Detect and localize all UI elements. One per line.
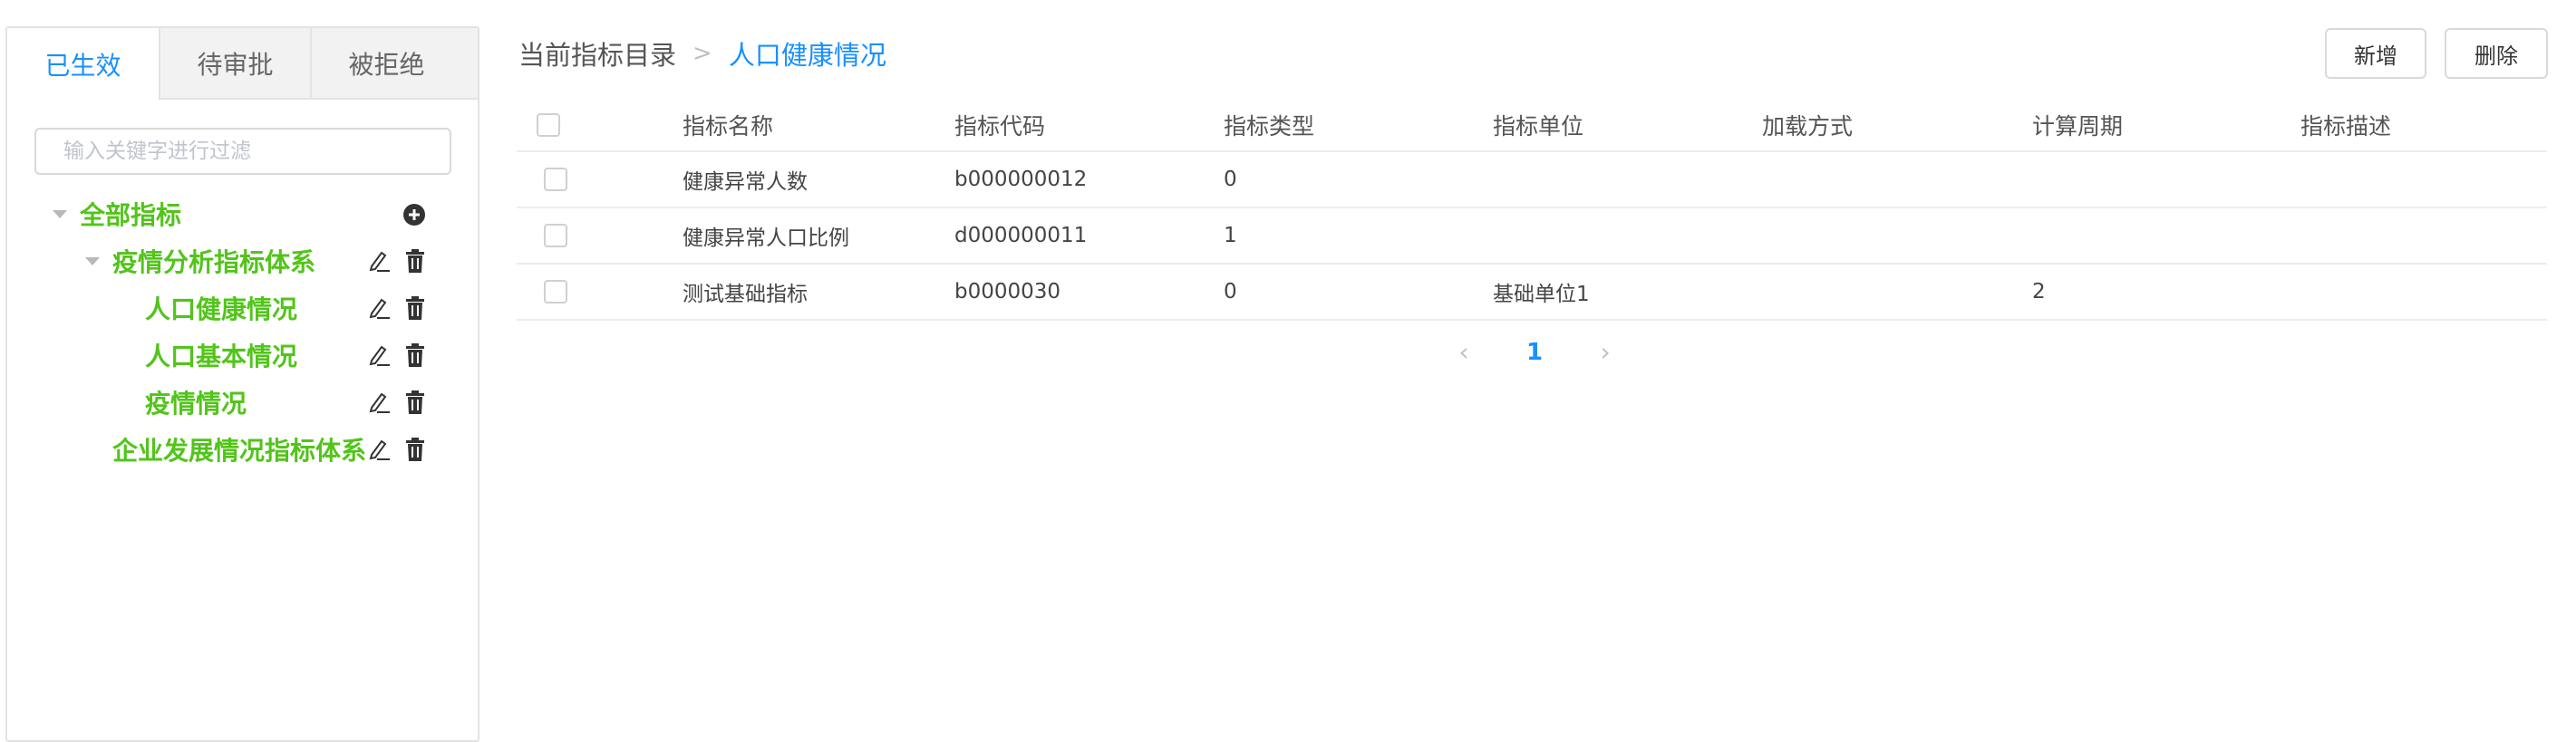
tree-node-enterprise-system[interactable]: 企业发展情况指标体系 — [112, 431, 366, 467]
header-checkbox-cell — [517, 100, 589, 150]
tree-node-epidemic-system[interactable]: 疫情分析指标体系 — [85, 243, 315, 279]
edit-icon[interactable] — [366, 248, 392, 277]
cell-code: b000000012 — [954, 168, 1088, 191]
tree-node-actions — [402, 203, 426, 230]
cell-name: 健康异常人口比例 — [683, 226, 849, 250]
row-checkbox[interactable] — [544, 168, 567, 191]
tree-node-label: 疫情分析指标体系 — [112, 247, 316, 277]
indicator-tree-panel: 已生效 待审批 被拒绝 全部指标 疫情分析指标体系 — [5, 26, 479, 742]
tree-node-label: 人口基本情况 — [145, 342, 298, 371]
tree-node-label: 疫情情况 — [145, 389, 247, 419]
delete-icon[interactable] — [404, 296, 426, 323]
column-header: 指标名称 — [683, 113, 774, 140]
tree-node-label: 人口健康情况 — [145, 294, 298, 324]
column-header: 加载方式 — [1762, 113, 1854, 140]
row-checkbox[interactable] — [544, 280, 567, 304]
page-number[interactable]: 1 — [1526, 339, 1543, 366]
tree-node-actions — [366, 295, 426, 324]
pagination: ‹ 1 › — [1450, 337, 1619, 367]
row-checkbox-cell — [517, 152, 589, 207]
edit-icon[interactable] — [366, 437, 392, 466]
add-button[interactable]: 新增 — [2325, 28, 2426, 79]
tree-node-population-basic[interactable]: 人口基本情况 — [145, 337, 297, 373]
edit-icon[interactable] — [366, 390, 392, 419]
chevron-right-icon[interactable]: › — [1592, 337, 1619, 367]
cell-type: 0 — [1224, 168, 1237, 191]
tree-node-actions — [366, 390, 426, 419]
delete-icon[interactable] — [404, 343, 426, 371]
cell-code: b0000030 — [954, 280, 1061, 304]
tab-effective[interactable]: 已生效 — [7, 28, 159, 100]
breadcrumb-separator: > — [692, 40, 712, 67]
delete-icon[interactable] — [404, 438, 426, 465]
delete-button[interactable]: 删除 — [2445, 28, 2548, 79]
cell-type: 1 — [1224, 224, 1237, 247]
status-tabs: 已生效 待审批 被拒绝 — [7, 28, 478, 100]
tree-node-all[interactable]: 全部指标 — [53, 196, 181, 232]
cell-unit: 基础单位1 — [1493, 283, 1590, 306]
row-checkbox-cell — [517, 265, 589, 319]
tab-pending[interactable]: 待审批 — [159, 28, 310, 100]
column-header: 指标描述 — [2300, 113, 2392, 140]
column-header: 计算周期 — [2032, 113, 2124, 140]
tree-node-label: 企业发展情况指标体系 — [112, 436, 367, 466]
plus-circle-icon[interactable] — [402, 203, 426, 230]
tabs-filler — [461, 28, 478, 100]
column-header: 指标代码 — [954, 113, 1046, 140]
tree-node-actions — [366, 437, 426, 466]
indicator-table: 指标名称 指标代码 指标类型 指标单位 加载方式 计算周期 指标描述 健康异常人… — [517, 100, 2547, 321]
caret-down-icon[interactable] — [53, 209, 67, 218]
cell-name: 健康异常人数 — [683, 170, 808, 194]
tree-filter-input[interactable] — [34, 128, 451, 175]
chevron-left-icon[interactable]: ‹ — [1450, 337, 1477, 367]
cell-name: 测试基础指标 — [683, 283, 808, 306]
tree-node-epidemic-status[interactable]: 疫情情况 — [145, 384, 247, 420]
edit-icon[interactable] — [366, 295, 392, 324]
tree-node-population-health[interactable]: 人口健康情况 — [145, 290, 297, 326]
edit-icon[interactable] — [366, 342, 392, 371]
row-checkbox[interactable] — [544, 224, 567, 247]
tree-node-actions — [366, 248, 426, 277]
cell-period: 2 — [2032, 280, 2046, 304]
table-header-row: 指标名称 指标代码 指标类型 指标单位 加载方式 计算周期 指标描述 — [517, 100, 2547, 152]
table-row[interactable]: 测试基础指标 b0000030 0 基础单位1 2 — [517, 265, 2547, 321]
delete-icon[interactable] — [404, 249, 426, 276]
breadcrumb: 当前指标目录 > 人口健康情况 — [518, 34, 886, 72]
breadcrumb-root[interactable]: 当前指标目录 — [518, 34, 676, 72]
table-row[interactable]: 健康异常人口比例 d000000011 1 — [517, 208, 2547, 265]
column-header: 指标类型 — [1224, 113, 1315, 140]
tab-rejected[interactable]: 被拒绝 — [310, 28, 461, 100]
cell-type: 0 — [1224, 280, 1237, 304]
delete-icon[interactable] — [404, 390, 426, 418]
tree-node-label: 全部指标 — [80, 200, 182, 230]
tree-node-actions — [366, 342, 426, 371]
row-checkbox-cell — [517, 208, 589, 263]
cell-code: d000000011 — [954, 224, 1088, 247]
select-all-checkbox[interactable] — [537, 113, 560, 137]
table-row[interactable]: 健康异常人数 b000000012 0 — [517, 152, 2547, 208]
breadcrumb-current: 人口健康情况 — [728, 40, 886, 71]
column-header: 指标单位 — [1493, 113, 1584, 140]
caret-down-icon[interactable] — [85, 256, 100, 265]
